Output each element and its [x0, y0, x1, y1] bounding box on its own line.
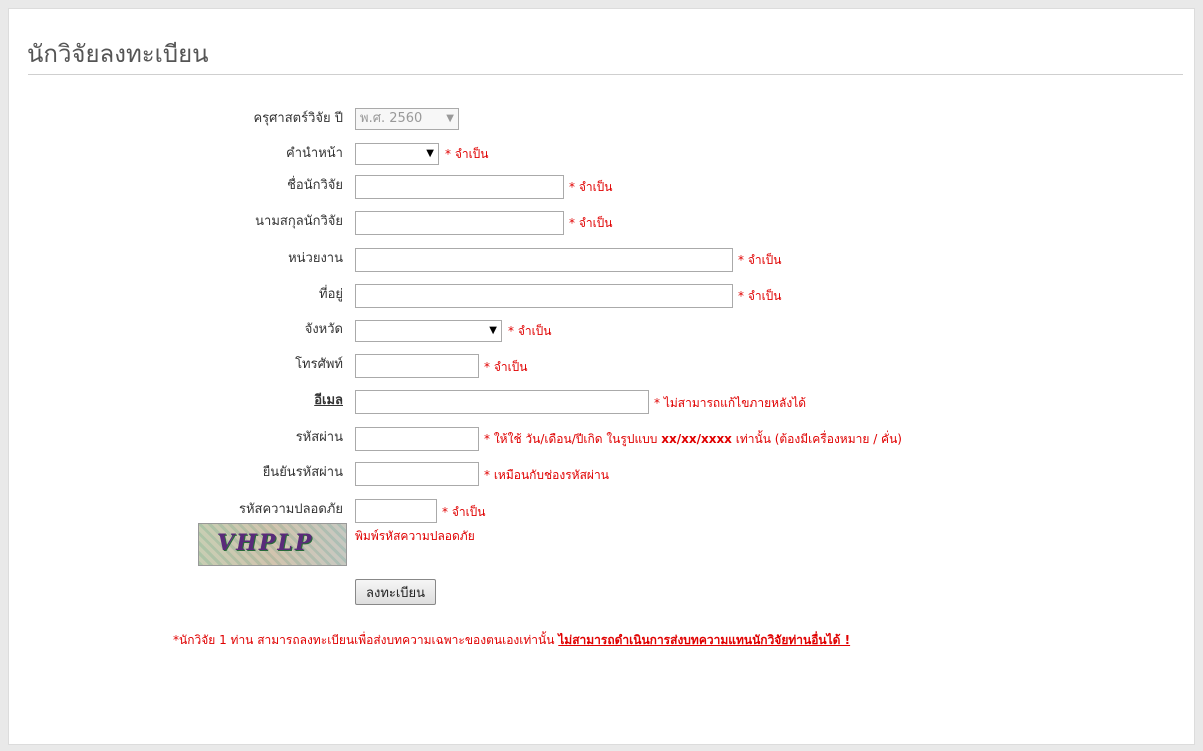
notice-main: *นักวิจัย 1 ท่าน สามารถลงทะเบียนเพื่อส่ง… — [173, 633, 559, 647]
firstname-label: ชื่อนักวิจัย — [287, 178, 343, 193]
address-required: * จำเป็น — [738, 289, 782, 303]
address-input[interactable] — [355, 284, 733, 308]
year-value: พ.ศ. 2560 — [360, 111, 423, 126]
captcha-required: * จำเป็น — [442, 505, 486, 519]
email-input[interactable] — [355, 390, 649, 414]
password-format: xx/xx/xxxx — [661, 432, 732, 446]
lastname-required: * จำเป็น — [569, 216, 613, 230]
phone-input[interactable] — [355, 354, 479, 378]
confirm-required: * เหมือนกับช่องรหัสผ่าน — [484, 468, 609, 482]
password-hint: * ให้ใช้ วัน/เดือน/ปีเกิด ในรูปแบบ xx/xx… — [484, 427, 902, 451]
province-required: * จำเป็น — [508, 324, 552, 338]
address-label: ที่อยู่ — [319, 287, 343, 302]
unit-input[interactable] — [355, 248, 733, 272]
password-hint-pre: * ให้ใช้ วัน/เดือน/ปีเกิด ในรูปแบบ — [484, 432, 662, 446]
email-required: * ไม่สามารถแก้ไขภายหลังได้ — [654, 396, 807, 410]
year-label: ครุศาสตร์วิจัย ปี — [253, 111, 343, 126]
password-input[interactable] — [355, 427, 479, 451]
chevron-down-icon: ▼ — [489, 325, 497, 336]
chevron-down-icon: ▼ — [446, 113, 454, 124]
firstname-required: * จำเป็น — [569, 180, 613, 194]
email-label: อีเมล — [314, 393, 343, 408]
prefix-select[interactable]: ▼ — [355, 143, 439, 165]
firstname-input[interactable] — [355, 175, 564, 199]
chevron-down-icon: ▼ — [426, 148, 434, 159]
confirm-label: ยืนยันรหัสผ่าน — [262, 465, 343, 480]
unit-label: หน่วยงาน — [288, 251, 343, 266]
lastname-input[interactable] — [355, 211, 564, 235]
phone-required: * จำเป็น — [484, 360, 528, 374]
register-button[interactable]: ลงทะเบียน — [355, 579, 437, 605]
password-hint-post: เท่านั้น (ต้องมีเครื่องหมาย / คั่น) — [731, 432, 902, 446]
captcha-label: รหัสความปลอดภัย — [238, 502, 343, 517]
captcha-hint: พิมพ์รหัสความปลอดภัย — [355, 529, 475, 543]
phone-label: โทรศัพท์ — [295, 357, 343, 372]
page-title: นักวิจัยลงทะเบียน — [27, 40, 209, 68]
password-label: รหัสผ่าน — [295, 430, 343, 445]
prefix-required: * จำเป็น — [445, 147, 489, 161]
lastname-label: นามสกุลนักวิจัย — [255, 214, 343, 229]
confirm-password-input[interactable] — [355, 462, 479, 486]
prefix-label: คำนำหน้า — [286, 146, 343, 161]
captcha-image-text: VHPLP — [217, 530, 314, 556]
title-divider — [28, 74, 1183, 75]
year-select[interactable]: พ.ศ. 2560 ▼ — [355, 108, 459, 130]
notice-warning: ไม่สามารถดำเนินการส่งบทความแทนนักวิจัยท่… — [558, 633, 851, 647]
unit-required: * จำเป็น — [738, 253, 782, 267]
province-label: จังหวัด — [304, 322, 343, 337]
captcha-input[interactable] — [355, 499, 437, 523]
captcha-image: VHPLP — [198, 523, 347, 566]
province-select[interactable]: ▼ — [355, 320, 502, 342]
notice-text: *นักวิจัย 1 ท่าน สามารถลงทะเบียนเพื่อส่ง… — [173, 631, 850, 650]
